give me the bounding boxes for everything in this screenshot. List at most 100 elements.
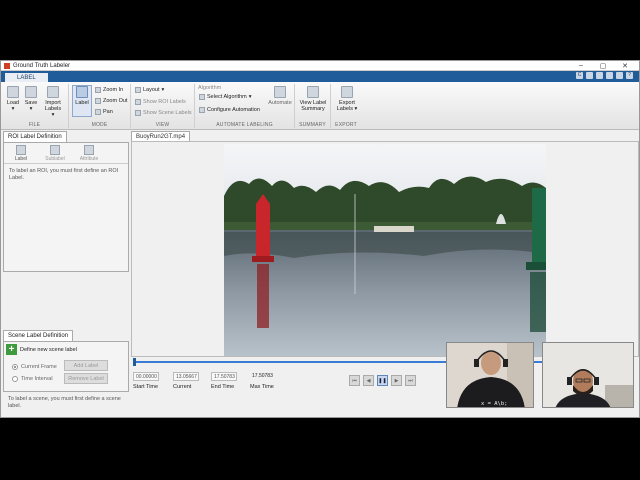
shirt-text: x = A\b;	[481, 401, 508, 407]
view-group: Layout ▾ Show ROI Labels Show Scene Labe…	[131, 84, 195, 128]
roi-label-panel: Label Sublabel Attribute To label an ROI…	[3, 142, 129, 272]
last-frame-icon: ⏭	[408, 377, 413, 384]
time-controls: 00.00000 Start Time 13.05667 Current 17.50…	[133, 372, 313, 402]
import-icon	[47, 86, 59, 98]
pause-button[interactable]: ❚❚	[377, 375, 388, 386]
minimize-button[interactable]: –	[570, 62, 592, 69]
export-group: Export Labels ▾ EXPORT	[331, 84, 361, 128]
remove-scene-label-button[interactable]: Remove Label	[64, 373, 108, 384]
summary-group: View Label Summary SUMMARY	[295, 84, 331, 128]
view-group-name: VIEW	[155, 122, 170, 128]
save-icon	[25, 86, 37, 98]
ribbon-tabstrip: LABEL C ?	[1, 71, 639, 82]
scene-hint-text: To label a scene, you must first define …	[8, 396, 121, 409]
scene-label-definition-tab[interactable]: Scene Label Definition	[3, 330, 74, 341]
algorithm-caption: Algorithm	[198, 85, 222, 91]
summary-group-name: SUMMARY	[299, 122, 326, 128]
first-frame-icon: ⏮	[352, 377, 357, 384]
current-time-field[interactable]: 13.05667 Current	[173, 372, 199, 390]
add-label-tool[interactable]: Label	[4, 143, 38, 163]
layout-icon	[135, 87, 141, 93]
maximize-button[interactable]: ▢	[592, 62, 614, 70]
automate-group-name: AUTOMATE LABELING	[216, 122, 273, 128]
automate-icon	[274, 86, 286, 98]
close-button[interactable]: ✕	[614, 62, 636, 70]
add-scene-label-icon[interactable]: +	[6, 344, 17, 355]
window-title: Ground Truth Labeler	[13, 62, 71, 69]
first-frame-button[interactable]: ⏮	[349, 375, 360, 386]
start-time-field[interactable]: 00.00000 Start Time	[133, 372, 159, 390]
zoom-out-button[interactable]: Zoom Out	[95, 98, 127, 104]
select-algorithm-dropdown[interactable]: Select Algorithm ▾	[199, 94, 252, 100]
sublabel-tool-icon	[50, 145, 60, 155]
define-scene-label-row[interactable]: + Define new scene label	[4, 342, 128, 357]
radio-dot-icon	[12, 364, 18, 370]
pan-button[interactable]: Pan	[95, 109, 113, 115]
quick-access-help[interactable]: ?	[626, 72, 633, 79]
automate-button[interactable]: Automate	[267, 86, 293, 106]
pan-icon	[95, 109, 101, 115]
load-icon	[7, 86, 19, 98]
export-labels-button[interactable]: Export Labels ▾	[335, 86, 359, 112]
quick-access-save-icon[interactable]	[586, 72, 593, 79]
show-roi-labels-checkbox[interactable]: Show ROI Labels	[135, 99, 186, 105]
zoom-in-button[interactable]: Zoom In	[95, 87, 123, 93]
quick-access-cut-icon[interactable]	[596, 72, 603, 79]
previous-frame-button[interactable]: ◀	[363, 375, 374, 386]
label-mode-button[interactable]: Label	[72, 85, 92, 117]
configure-automation-button[interactable]: Configure Automation	[199, 107, 260, 113]
roi-labels-icon	[135, 99, 141, 105]
automate-group: Algorithm Select Algorithm ▾ Configure A…	[195, 84, 295, 128]
webcam-presenter-left: x = A\b;	[446, 342, 534, 408]
zoom-out-icon	[95, 98, 101, 104]
scene-label-panel: + Define new scene label Current Frame T…	[3, 341, 129, 392]
next-frame-button[interactable]: ▶	[391, 375, 402, 386]
save-button[interactable]: Save ▾	[21, 86, 41, 112]
quick-access-c[interactable]: C	[576, 72, 583, 79]
add-sublabel-tool[interactable]: Sublabel	[38, 143, 72, 163]
left-panel: ROI Label Definition Label Sublabel Attr…	[3, 131, 129, 417]
roi-hint-text: To label an ROI, you must first define a…	[9, 168, 119, 181]
previous-frame-icon: ◀	[366, 377, 371, 384]
load-button[interactable]: Load ▾	[3, 86, 23, 112]
scene-label-section: Scene Label Definition + Define new scen…	[3, 330, 129, 414]
gear-icon	[199, 107, 205, 113]
mode-group: Label Zoom In Zoom Out Pan MODE	[69, 84, 131, 128]
next-frame-icon: ▶	[394, 377, 399, 384]
timeline-thumb[interactable]	[133, 358, 136, 366]
add-scene-label-button[interactable]: Add Label	[64, 360, 108, 371]
view-label-summary-button[interactable]: View Label Summary	[297, 86, 329, 112]
quick-access-undo-icon[interactable]	[616, 72, 623, 79]
export-icon	[341, 86, 353, 98]
define-scene-label-text: Define new scene label	[20, 346, 77, 353]
playback-buttons: ⏮ ◀ ❚❚ ▶ ⏭	[349, 375, 416, 386]
quick-access-copy-icon[interactable]	[606, 72, 613, 79]
radio-dot-icon	[12, 376, 18, 382]
layout-button[interactable]: Layout ▾	[135, 87, 164, 93]
max-time-field: 17.50783 Max Time	[250, 373, 274, 390]
presenter-left-image: x = A\b;	[447, 343, 533, 407]
video-frame-image	[224, 144, 546, 356]
scene-labels-icon	[135, 110, 141, 116]
show-scene-labels-checkbox[interactable]: Show Scene Labels	[135, 110, 192, 116]
attribute-tool-icon	[84, 145, 94, 155]
label-tool-icon	[16, 145, 26, 155]
import-labels-button[interactable]: Import Labels ▾	[43, 86, 63, 118]
file-group-name: FILE	[28, 122, 41, 128]
zoom-in-icon	[95, 87, 101, 93]
tab-label[interactable]: LABEL	[5, 73, 48, 82]
ribbon: Load ▾ Save ▾ Import Labels ▾ FILE Label Zo…	[1, 82, 639, 130]
quick-access-toolbar: C ?	[576, 72, 633, 79]
file-group: Load ▾ Save ▾ Import Labels ▾ FILE	[1, 84, 69, 128]
pause-icon: ❚❚	[378, 377, 387, 384]
label-mode-icon	[76, 86, 88, 98]
video-frame[interactable]	[224, 144, 546, 356]
summary-icon	[307, 86, 319, 98]
roi-label-definition-tab[interactable]: ROI Label Definition	[3, 131, 67, 142]
mode-group-name: MODE	[91, 122, 108, 128]
last-frame-button[interactable]: ⏭	[405, 375, 416, 386]
add-attribute-tool[interactable]: Attribute	[72, 143, 106, 163]
title-bar: Ground Truth Labeler – ▢ ✕	[1, 61, 639, 71]
roi-toolbar: Label Sublabel Attribute	[4, 143, 128, 164]
end-time-field[interactable]: 17.50783 End Time	[211, 372, 237, 390]
